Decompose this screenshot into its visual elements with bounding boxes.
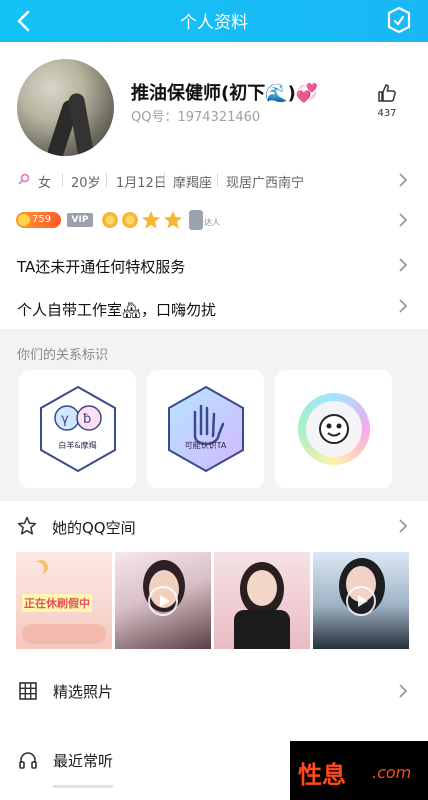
- relationship-card-may-know[interactable]: 可能认识TA: [147, 370, 264, 488]
- chevron-right-icon: [399, 213, 408, 227]
- qzone-photo[interactable]: [214, 552, 310, 649]
- privilege-text: TA还未开通任何特权服务: [17, 258, 186, 276]
- relationship-label: 白羊&摩羯: [58, 441, 97, 450]
- play-icon: [148, 586, 178, 616]
- shield-check-icon[interactable]: [386, 6, 412, 34]
- star-level-icon: [142, 211, 160, 229]
- play-icon: [346, 586, 376, 616]
- qzone-row[interactable]: 她的QQ空间: [0, 509, 428, 545]
- thumbs-up-icon: [378, 84, 396, 102]
- photo-caption: 正在休刷假中: [22, 594, 92, 612]
- chevron-right-icon: [399, 173, 408, 187]
- waving-hand-icon: [168, 385, 244, 473]
- chevron-right-icon: [399, 684, 408, 698]
- privilege-row[interactable]: TA还未开通任何特权服务: [0, 249, 428, 281]
- top-navigation-bar: 个人资料: [0, 0, 428, 42]
- signature-text: 个人自带工作室🏘，口嗨勿扰: [17, 301, 217, 319]
- talent-badge-label: 达人: [204, 218, 220, 227]
- coin-badge: 759: [16, 212, 61, 228]
- page-title: 个人资料: [180, 13, 248, 33]
- relationship-card-badge[interactable]: [275, 370, 392, 488]
- signature-row[interactable]: 个人自带工作室🏘，口嗨勿扰: [0, 292, 428, 324]
- female-gender-icon: [18, 173, 30, 185]
- location-text: 现居广西南宁: [226, 176, 305, 191]
- like-button[interactable]: 437: [372, 82, 402, 119]
- talent-badge-icon: 达人: [189, 210, 229, 230]
- sun-level-icon: [102, 212, 118, 228]
- scroll-indicator: [53, 785, 113, 788]
- zodiac-aries-capricorn-icon: γ ƀ: [40, 385, 116, 473]
- profile-header: 推油保健师(初下🌊)💞 QQ号：1974321460 437: [0, 42, 428, 160]
- relationship-label: 可能认识TA: [184, 441, 227, 450]
- star-outline-icon: [17, 516, 37, 535]
- birthday-text: 1月12日: [116, 176, 167, 191]
- badges-row[interactable]: 759 VIP 达人: [0, 204, 428, 236]
- qzone-video[interactable]: [115, 552, 211, 649]
- gender-text: 女: [38, 176, 52, 191]
- qzone-photo-strip: 正在休刷假中: [16, 552, 412, 649]
- basic-info-row[interactable]: 女 20岁 1月12日 摩羯座 现居广西南宁: [0, 166, 428, 196]
- selected-photos-label: 精选照片: [53, 683, 114, 701]
- watermark-logo: 性息 .com: [290, 741, 428, 800]
- chevron-right-icon: [399, 258, 408, 272]
- smiley-face-badge-icon: [298, 393, 370, 465]
- like-count: 437: [377, 108, 397, 119]
- chevron-right-icon: [399, 519, 408, 533]
- qq-number: QQ号：1974321460: [131, 110, 261, 125]
- relationship-card-zodiac[interactable]: γ ƀ 白羊&摩羯: [19, 370, 136, 488]
- star-level-icon: [164, 211, 182, 229]
- selected-photos-row[interactable]: 精选照片: [0, 676, 428, 706]
- grid-icon: [19, 682, 37, 700]
- nickname: 推油保健师(初下🌊)💞: [131, 83, 319, 104]
- vip-badge: VIP: [67, 213, 93, 227]
- zodiac-text: 摩羯座: [173, 176, 213, 191]
- svg-text:ƀ: ƀ: [83, 412, 91, 427]
- qzone-video[interactable]: [313, 552, 409, 649]
- age-text: 20岁: [71, 176, 101, 191]
- sun-level-icon: [122, 212, 138, 228]
- headphones-icon: [19, 752, 37, 769]
- chevron-right-icon: [399, 299, 408, 313]
- relationship-title: 你们的关系标识: [17, 348, 109, 363]
- svg-text:γ: γ: [61, 412, 69, 427]
- avatar[interactable]: [17, 59, 114, 156]
- recent-music-label: 最近常听: [53, 752, 114, 770]
- qzone-photo[interactable]: 正在休刷假中: [16, 552, 112, 649]
- qzone-label: 她的QQ空间: [52, 519, 136, 537]
